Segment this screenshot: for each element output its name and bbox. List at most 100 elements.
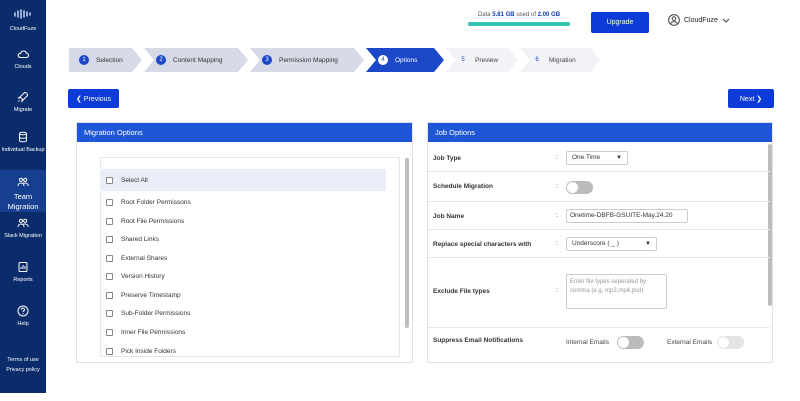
sidebar-item-help[interactable]: Help xyxy=(0,305,46,328)
option-preserve-timestamp[interactable]: Preserve Timestamp xyxy=(106,292,181,299)
step-content-mapping[interactable]: 2 Content Mapping xyxy=(144,48,248,72)
sidebar-item-clouds[interactable]: Clouds xyxy=(0,48,46,71)
storage-mid: used of xyxy=(516,12,537,18)
select-all-label: Select All xyxy=(121,176,148,184)
job-options-title: Job Options xyxy=(428,123,772,142)
next-label: Next xyxy=(739,95,755,103)
upgrade-button[interactable]: Upgrade xyxy=(591,12,649,33)
job-type-row: Job Type : One Time ▼ xyxy=(428,144,770,172)
option-label: Root Folder Permissons xyxy=(121,199,191,206)
exclude-types-label: Exclude File types xyxy=(433,288,490,295)
sidebar-item-reports[interactable]: Reports xyxy=(0,261,46,284)
option-checkbox[interactable] xyxy=(106,236,113,243)
step-number: 2 xyxy=(156,55,166,65)
sidebar-item-team-migration[interactable]: Team Migration xyxy=(0,170,46,212)
team-icon xyxy=(17,218,29,228)
sidebar-item-label: Slack Migration xyxy=(4,233,42,239)
chevron-down-icon: ▼ xyxy=(616,155,622,161)
option-inner-file-permissions[interactable]: Inner File Permissions xyxy=(106,329,185,336)
option-label: Shared Links xyxy=(121,236,159,243)
step-permission-mapping[interactable]: 3 Permission Mapping xyxy=(250,48,364,72)
job-name-input[interactable]: Onetime-DBFB-GSUITE-May.24.20 xyxy=(566,209,688,223)
select-all-checkbox[interactable] xyxy=(106,176,113,184)
user-avatar-icon xyxy=(668,14,680,26)
step-options[interactable]: 4 Options xyxy=(366,48,444,72)
step-number: 3 xyxy=(262,55,272,65)
storage-progress-bar xyxy=(468,22,570,26)
job-type-select[interactable]: One Time ▼ xyxy=(566,151,628,165)
toggle-knob xyxy=(618,337,629,348)
option-version-history[interactable]: Version History xyxy=(106,273,165,280)
user-name: CloudFuze xyxy=(684,16,718,24)
step-label: Selection xyxy=(96,56,123,64)
option-label: Preserve Timestamp xyxy=(121,292,181,299)
replace-chars-select[interactable]: Underscore ( _ ) ▼ xyxy=(566,237,657,251)
option-external-shares[interactable]: External Shares xyxy=(106,255,167,262)
step-preview[interactable]: 5 Preview xyxy=(446,48,518,72)
option-sub-folder-permissions[interactable]: Sub-Folder Permissions xyxy=(106,310,190,317)
colon: : xyxy=(556,183,558,190)
exclude-types-textarea[interactable]: Enter file types seperated by comma (e.g… xyxy=(566,274,667,309)
select-all-option[interactable]: Select All xyxy=(100,169,386,191)
chevron-right-icon: ❯ xyxy=(756,95,763,103)
option-label: External Shares xyxy=(121,255,168,262)
toggle-knob xyxy=(567,182,578,193)
user-menu[interactable]: CloudFuze xyxy=(668,14,730,26)
option-label: Version History xyxy=(121,273,165,280)
option-checkbox[interactable] xyxy=(106,348,113,355)
schedule-toggle[interactable] xyxy=(566,181,593,194)
sidebar-item-label: Individual Backup xyxy=(1,147,45,153)
rocket-icon xyxy=(17,91,29,103)
option-pick-inside-folders[interactable]: Pick Inside Folders xyxy=(106,348,176,355)
option-checkbox[interactable] xyxy=(106,292,113,299)
suppress-email-row: Suppress Email Notifications Internal Em… xyxy=(428,328,770,358)
internal-emails-label: Internal Emails xyxy=(566,339,609,346)
migration-options-title: Migration Options xyxy=(77,123,412,142)
option-checkbox[interactable] xyxy=(106,310,113,317)
footer-links: Terms of use Privacy policy xyxy=(0,355,46,375)
options-scrollbar[interactable] xyxy=(405,158,409,328)
option-root-file-permissions[interactable]: Root File Permissions xyxy=(106,218,184,225)
sidebar-item-slack-migration[interactable]: Slack Migration xyxy=(0,217,46,240)
option-label: Inner File Permissions xyxy=(121,329,186,336)
database-icon xyxy=(19,131,27,143)
option-label: Pick Inside Folders xyxy=(121,348,176,355)
step-migration[interactable]: 6 Migration xyxy=(520,48,600,72)
migration-stepper: 1 Selection 2 Content Mapping 3 Permissi… xyxy=(69,48,602,72)
migration-options-panel: Migration Options Select All Root Folder… xyxy=(76,122,413,363)
storage-usage: Data 5.81 GB used of 2.00 GB xyxy=(468,12,570,26)
sidebar-item-migrate[interactable]: Migrate xyxy=(0,91,46,114)
internal-emails-toggle[interactable] xyxy=(617,336,644,349)
step-label: Migration xyxy=(549,56,576,64)
schedule-label: Schedule Migration xyxy=(433,183,493,190)
option-shared-links[interactable]: Shared Links xyxy=(106,236,159,243)
external-emails-toggle[interactable] xyxy=(717,336,744,349)
cloud-icon xyxy=(17,50,29,59)
job-type-value: One Time xyxy=(572,154,601,161)
option-checkbox[interactable] xyxy=(106,218,113,225)
previous-button[interactable]: ❮ Previous xyxy=(68,89,119,108)
option-checkbox[interactable] xyxy=(106,199,113,206)
step-selection[interactable]: 1 Selection xyxy=(69,48,142,72)
terms-link[interactable]: Terms of use xyxy=(0,355,46,365)
step-number: 4 xyxy=(378,55,388,65)
sidebar-item-individual-backup[interactable]: Individual Backup xyxy=(0,131,46,154)
option-checkbox[interactable] xyxy=(106,273,113,280)
chevron-left-icon: ❮ xyxy=(75,95,82,103)
colon: : xyxy=(556,287,558,294)
option-checkbox[interactable] xyxy=(106,329,113,336)
option-label: Sub-Folder Permissions xyxy=(121,310,191,317)
logo-text: CloudFuze xyxy=(9,26,37,32)
suppress-email-label: Suppress Email Notifications xyxy=(433,337,523,344)
sidebar-item-label: Reports xyxy=(13,277,33,283)
job-name-label: Job Name xyxy=(433,213,465,220)
step-label: Content Mapping xyxy=(173,56,223,64)
option-checkbox[interactable] xyxy=(106,255,113,262)
next-button[interactable]: Next ❯ xyxy=(728,89,774,108)
colon: : xyxy=(556,240,558,247)
option-root-folder-permissions[interactable]: Root Folder Permissons xyxy=(106,199,191,206)
privacy-link[interactable]: Privacy policy xyxy=(0,365,46,375)
logo[interactable]: CloudFuze xyxy=(0,8,46,32)
replace-chars-value: Underscore ( _ ) xyxy=(572,240,619,247)
step-number: 5 xyxy=(461,57,465,63)
